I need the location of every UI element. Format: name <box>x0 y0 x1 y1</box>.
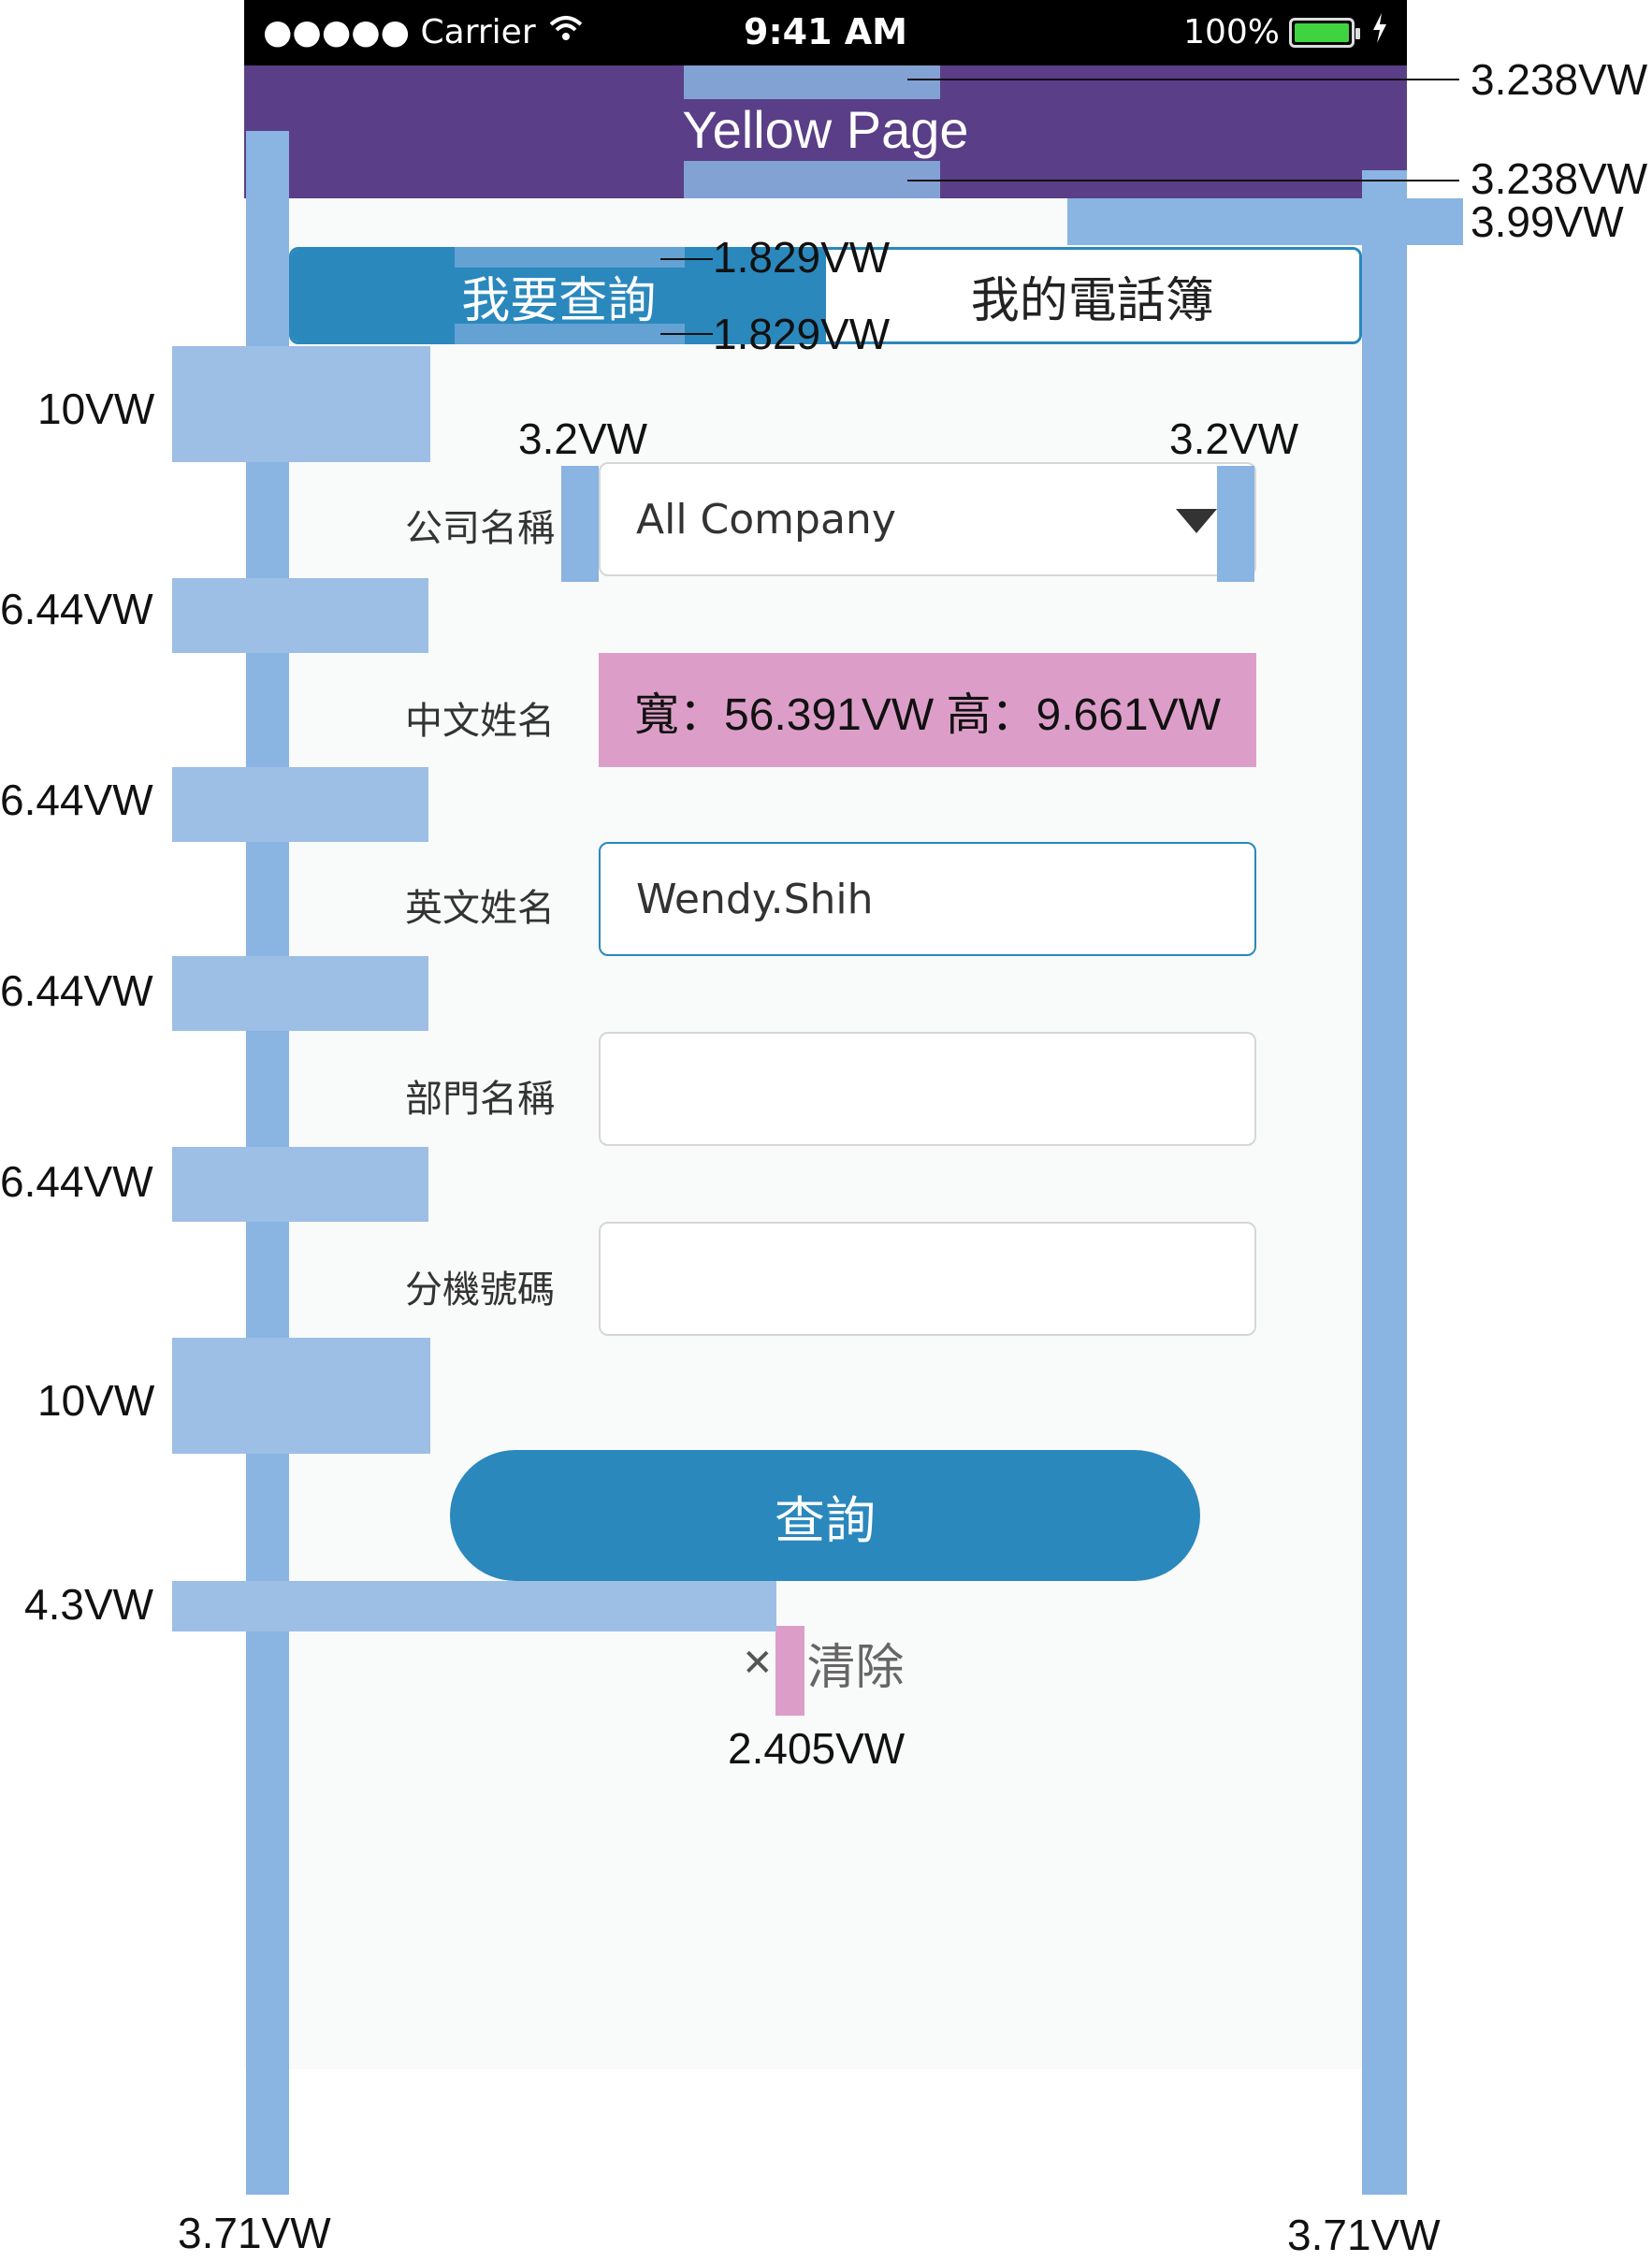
nav-top-padding-guide <box>684 65 940 99</box>
select-left-padding-guide <box>561 466 599 582</box>
clear-label: 清除 <box>806 1640 905 1696</box>
row-gap-label-2: 6.44VW <box>0 776 153 824</box>
dropdown-arrow-icon[interactable] <box>1176 509 1217 533</box>
clear-gap-label: 2.405VW <box>728 1724 906 1773</box>
tab-phonebook[interactable]: 我的電話簿 <box>825 250 1359 341</box>
english-name-value: Wendy.Shih <box>636 875 874 923</box>
status-bar: ●●●●● Carrier 9:41 AM 100% <box>244 0 1407 65</box>
select-right-padding-guide <box>1217 466 1254 582</box>
extension-field[interactable] <box>599 1222 1256 1336</box>
company-select-value: All Company <box>636 495 896 544</box>
tab-top-leader-line <box>660 258 713 260</box>
tab-bottom-leader-line <box>660 333 713 335</box>
english-name-label: 英文姓名 <box>405 887 555 930</box>
button-top-spacing-label: 10VW <box>37 1376 155 1425</box>
row-gap-label-1: 6.44VW <box>0 585 153 633</box>
tab-top-padding-guide <box>455 247 685 268</box>
english-name-field[interactable]: Wendy.Shih <box>599 842 1256 956</box>
screen: ●●●●● Carrier 9:41 AM 100% Yellow Page 我… <box>0 0 1652 2262</box>
status-right: 100% <box>1183 13 1388 51</box>
chinese-name-field[interactable]: 寬：56.391VW 高：9.661VW <box>599 653 1256 767</box>
extension-label: 分機號碼 <box>405 1269 555 1312</box>
row-gap-guide-3 <box>172 956 428 1031</box>
clear-button[interactable]: ✕ 清除 <box>742 1628 905 1698</box>
nav-top-leader-line <box>907 79 1459 80</box>
battery-icon <box>1289 17 1360 48</box>
company-label: 公司名稱 <box>405 507 555 550</box>
company-select[interactable]: All Company <box>599 462 1256 576</box>
query-button[interactable]: 查詢 <box>450 1450 1200 1581</box>
nav-bottom-leader-line <box>907 180 1459 181</box>
nav-gap-label: 3.99VW <box>1471 197 1624 246</box>
department-field[interactable] <box>599 1032 1256 1146</box>
row-gap-label-4: 6.44VW <box>0 1157 153 1206</box>
form-top-spacing-guide <box>172 346 430 462</box>
clear-top-spacing-label: 4.3VW <box>24 1580 154 1629</box>
department-label: 部門名稱 <box>405 1078 555 1121</box>
battery-percent: 100% <box>1183 13 1280 51</box>
chinese-name-label: 中文姓名 <box>405 700 555 743</box>
nav-bottom-padding-guide <box>684 161 940 198</box>
select-left-padding-label: 3.2VW <box>518 414 648 463</box>
right-side-padding-label: 3.71VW <box>1287 2211 1441 2259</box>
clear-top-spacing-guide <box>172 1581 776 1631</box>
form-top-spacing-label: 10VW <box>37 384 155 433</box>
close-icon: ✕ <box>742 1641 774 1685</box>
nav-title: Yellow Page <box>682 100 969 159</box>
charging-icon <box>1371 13 1388 51</box>
tab-bottom-padding-label: 1.829VW <box>713 310 891 358</box>
right-side-guide <box>1362 170 1407 2195</box>
tab-bottom-padding-guide <box>455 324 685 344</box>
row-gap-guide-1 <box>172 578 428 653</box>
nav-gap-guide <box>1067 198 1463 245</box>
nav-top-padding-label: 3.238VW <box>1471 55 1648 104</box>
row-gap-guide-2 <box>172 767 428 842</box>
button-top-spacing-guide <box>172 1338 430 1454</box>
chinese-name-size-annotation: 寬：56.391VW 高：9.661VW <box>634 690 1221 740</box>
tab-top-padding-label: 1.829VW <box>713 233 891 282</box>
row-gap-label-3: 6.44VW <box>0 966 153 1015</box>
clear-gap-guide <box>775 1626 804 1716</box>
row-gap-guide-4 <box>172 1147 428 1222</box>
left-side-padding-label: 3.71VW <box>178 2209 331 2257</box>
select-right-padding-label: 3.2VW <box>1169 414 1299 463</box>
